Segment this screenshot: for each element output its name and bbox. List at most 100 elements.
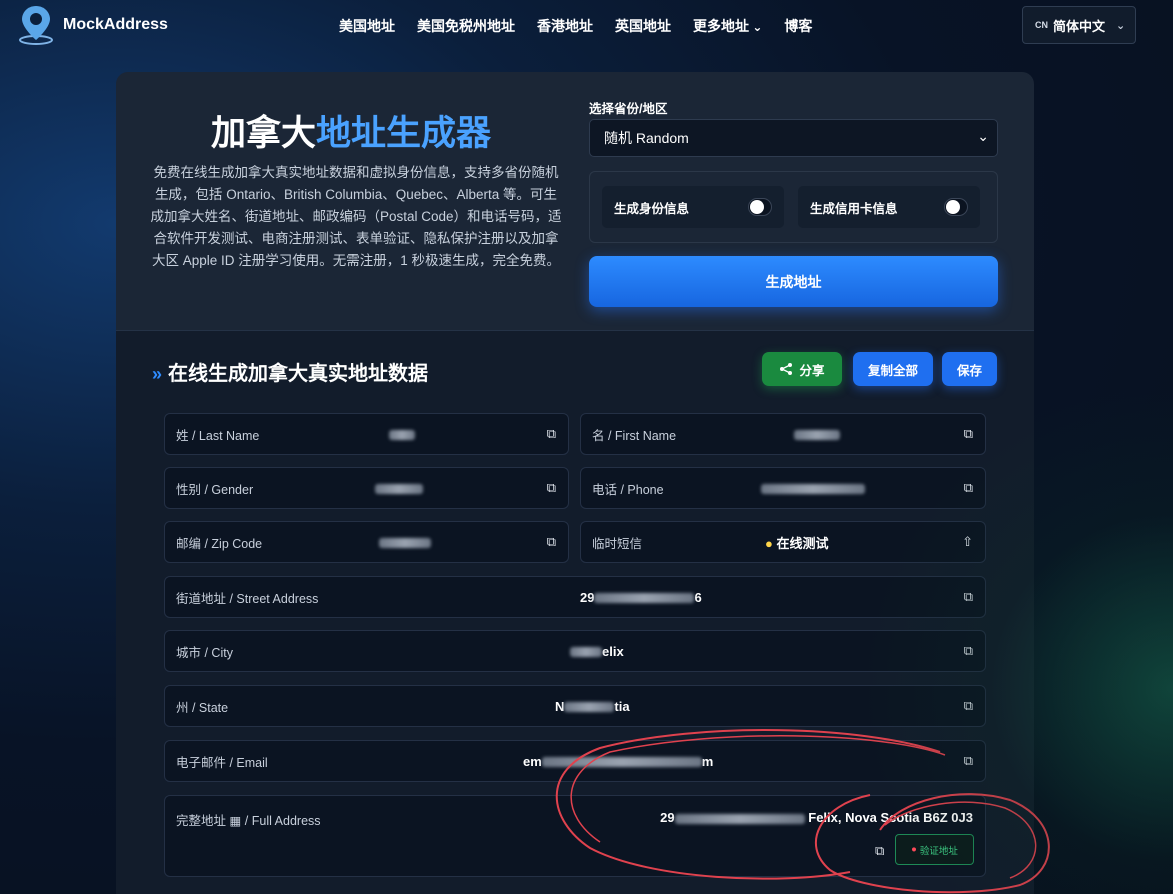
page-description: 免费在线生成加拿大真实地址数据和虚拟身份信息，支持多省份随机生成，包括 Onta…: [150, 165, 562, 268]
top-navbar: MockAddress 美国地址 美国免税州地址 香港地址 英国地址 更多地址 …: [0, 0, 1173, 52]
zip-row: 邮编 / Zip Code ⧉: [164, 521, 569, 563]
generate-address-button[interactable]: 生成地址: [589, 256, 998, 307]
verify-address-button[interactable]: ● 验证地址: [895, 834, 974, 865]
external-link-icon[interactable]: ⇧: [962, 534, 973, 550]
page-title: 加拿大地址生成器: [211, 105, 491, 156]
share-button[interactable]: 分享: [762, 352, 842, 386]
copy-icon[interactable]: ⧉: [547, 426, 556, 442]
chevron-down-icon: ⌄: [977, 128, 989, 144]
chevron-down-icon: ⌄: [1116, 19, 1126, 32]
phone-row: 电话 / Phone ⧉: [580, 467, 986, 509]
main-nav: 美国地址 美国免税州地址 香港地址 英国地址 更多地址 博客: [339, 16, 812, 36]
generator-card: 加拿大地址生成器 免费在线生成加拿大真实地址数据和虚拟身份信息，支持多省份随机生…: [116, 72, 1034, 330]
full-address-prefix: 29: [660, 810, 675, 825]
email-row: 电子邮件 / Email em m ⧉: [164, 740, 986, 782]
first-name-row: 名 / First Name ⧉: [580, 413, 986, 455]
identity-toggle-label: 生成身份信息: [614, 201, 690, 216]
temp-sms-link[interactable]: ● 在线测试: [765, 533, 829, 552]
copy-icon[interactable]: ⧉: [964, 589, 973, 605]
street-suffix: 6: [694, 589, 702, 605]
identity-toggle-row[interactable]: 生成身份信息: [602, 186, 784, 228]
title-part-generator: 地址生成器: [316, 114, 492, 153]
card-toggle-switch[interactable]: [944, 198, 968, 216]
copy-icon[interactable]: ⧉: [547, 480, 556, 496]
city-row: 城市 / City elix ⧉: [164, 630, 986, 672]
nav-us-taxfree-address[interactable]: 美国免税州地址: [417, 16, 515, 36]
city-value[interactable]: elix: [570, 644, 624, 659]
province-selected-value: 随机 Random: [604, 130, 689, 146]
card-toggle-label: 生成信用卡信息: [810, 201, 898, 216]
save-button[interactable]: 保存: [942, 352, 997, 386]
phone-label: 电话 / Phone: [592, 482, 664, 497]
pin-icon: ●: [911, 844, 917, 855]
full-address-row: 完整地址 ▦ / Full Address 29 Felix, Nova Sco…: [164, 795, 986, 877]
city-label: 城市 / City: [176, 645, 233, 660]
street-prefix: 29: [580, 589, 595, 605]
state-suffix: tia: [614, 698, 630, 714]
province-label: 选择省份/地区: [589, 102, 668, 116]
gender-value[interactable]: [375, 481, 423, 496]
gender-label: 性别 / Gender: [176, 482, 254, 497]
full-address-label-cn: 完整地址: [176, 814, 227, 828]
nav-uk-address[interactable]: 英国地址: [615, 16, 671, 36]
copy-icon[interactable]: ⧉: [964, 753, 973, 769]
last-name-label: 姓 / Last Name: [176, 428, 260, 443]
nav-more-addresses[interactable]: 更多地址: [693, 16, 762, 36]
section-title: » 在线生成加拿大真实地址数据: [152, 357, 428, 386]
full-address-value[interactable]: 29 Felix, Nova Scotia B6Z 0J3: [660, 810, 973, 825]
nav-hk-address[interactable]: 香港地址: [537, 16, 593, 36]
email-label: 电子邮件 / Email: [176, 755, 268, 770]
last-name-row: 姓 / Last Name ⧉: [164, 413, 569, 455]
identity-toggle-switch[interactable]: [748, 198, 772, 216]
copy-icon[interactable]: ⧉: [964, 643, 973, 659]
phone-value[interactable]: [761, 481, 865, 496]
full-address-label-en: / Full Address: [244, 814, 321, 828]
last-name-value[interactable]: [389, 427, 415, 442]
card-toggle-row[interactable]: 生成信用卡信息: [798, 186, 980, 228]
first-name-value[interactable]: [794, 427, 840, 442]
flag-cn-icon: CN: [1035, 20, 1048, 30]
copy-icon[interactable]: ⧉: [875, 843, 884, 859]
share-icon: [780, 363, 793, 375]
document-icon: ▦: [229, 814, 242, 828]
title-part-country: 加拿大: [211, 114, 317, 153]
lightbulb-icon: ●: [765, 535, 773, 551]
full-address-suffix: Felix, Nova Scotia B6Z 0J3: [808, 810, 973, 825]
copy-icon[interactable]: ⧉: [964, 480, 973, 496]
email-suffix: m: [701, 753, 714, 769]
map-pin-logo-icon[interactable]: [16, 4, 56, 46]
city-suffix: elix: [602, 643, 624, 659]
nav-us-address[interactable]: 美国地址: [339, 16, 395, 36]
province-select[interactable]: 随机 Random ⌄: [589, 119, 998, 157]
first-name-label: 名 / First Name: [592, 428, 677, 443]
options-group: 生成身份信息 生成信用卡信息: [589, 171, 998, 243]
section-title-text: 在线生成加拿大真实地址数据: [168, 363, 429, 385]
copy-icon[interactable]: ⧉: [964, 698, 973, 714]
state-row: 州 / State Ntia ⧉: [164, 685, 986, 727]
double-chevron-icon: »: [152, 364, 163, 384]
state-value[interactable]: Ntia: [555, 699, 630, 714]
copy-all-button[interactable]: 复制全部: [853, 352, 933, 386]
temp-sms-value: 在线测试: [776, 535, 829, 551]
gender-row: 性别 / Gender ⧉: [164, 467, 569, 509]
state-label: 州 / State: [176, 700, 229, 715]
email-prefix: em: [523, 753, 542, 769]
email-value[interactable]: em m: [523, 754, 713, 769]
copy-icon[interactable]: ⧉: [964, 426, 973, 442]
zip-value[interactable]: [379, 535, 431, 550]
nav-blog[interactable]: 博客: [784, 16, 812, 36]
street-value[interactable]: 29 6: [580, 590, 702, 605]
verify-address-label: 验证地址: [919, 845, 958, 857]
full-address-label: 完整地址 ▦ / Full Address: [176, 810, 321, 829]
state-prefix: N: [555, 698, 565, 714]
street-row: 街道地址 / Street Address 29 6 ⧉: [164, 576, 986, 618]
language-label: 简体中文: [1053, 18, 1106, 34]
temp-sms-row: 临时短信 ● 在线测试 ⇧: [580, 521, 986, 563]
zip-label: 邮编 / Zip Code: [176, 536, 263, 551]
result-card: » 在线生成加拿大真实地址数据 分享 复制全部 保存 姓 / Last Name …: [116, 330, 1034, 894]
brand-name[interactable]: MockAddress: [63, 16, 168, 34]
language-selector[interactable]: CN 简体中文 ⌄: [1022, 6, 1136, 44]
copy-icon[interactable]: ⧉: [547, 534, 556, 550]
share-label: 分享: [799, 363, 825, 378]
temp-sms-label: 临时短信: [592, 536, 643, 551]
